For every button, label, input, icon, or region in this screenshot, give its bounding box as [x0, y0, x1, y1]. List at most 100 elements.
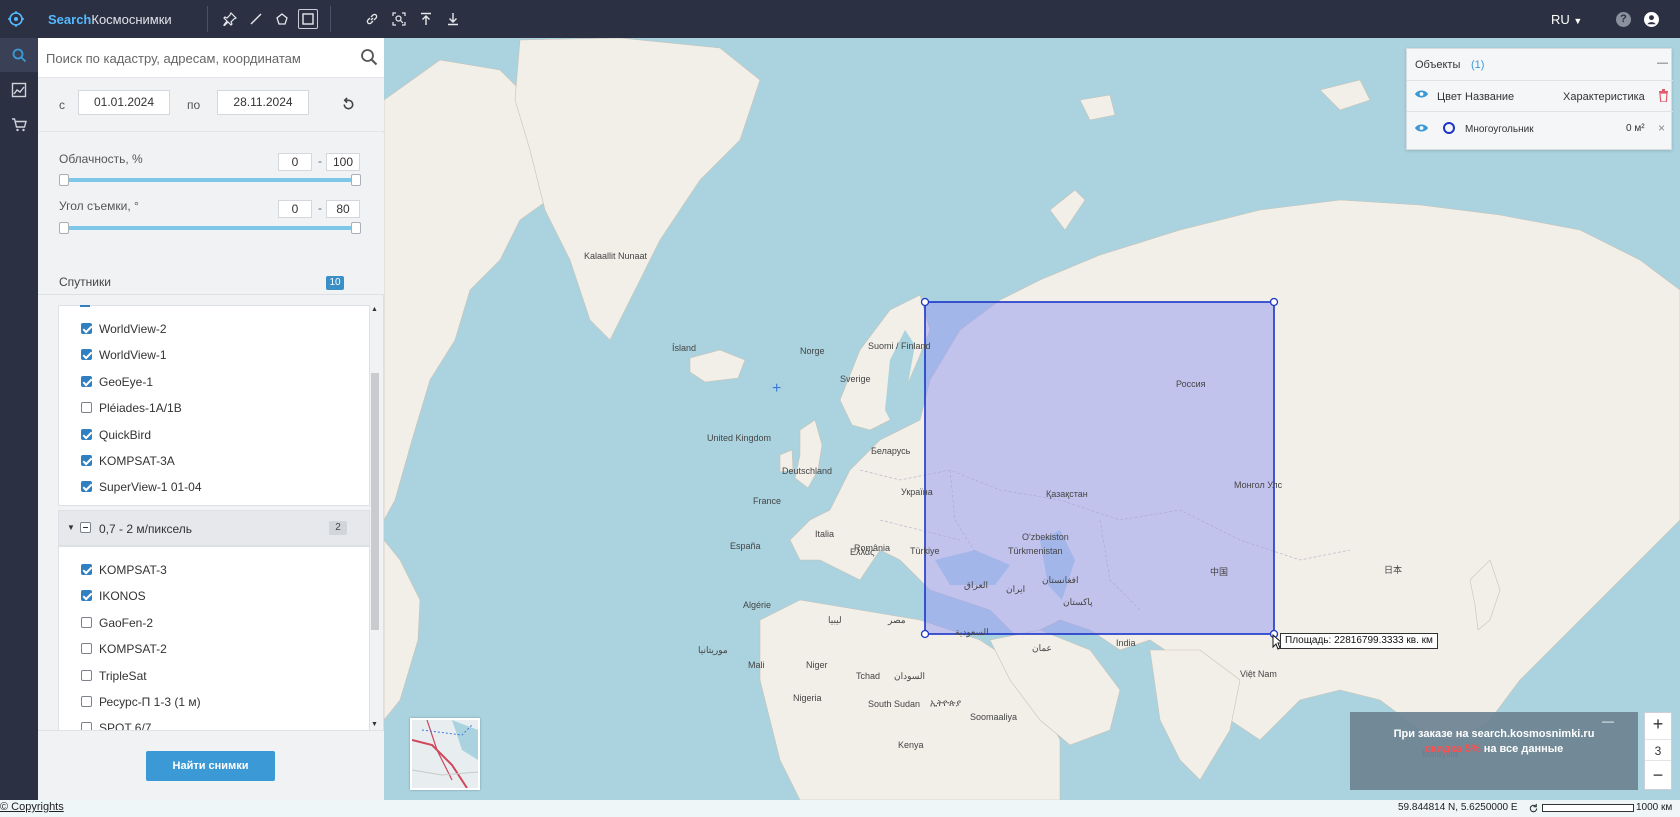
- find-images-button[interactable]: Найти снимки: [146, 751, 275, 781]
- language-selector[interactable]: RU ▼: [1551, 12, 1582, 27]
- satellite-checkbox[interactable]: [81, 349, 92, 361]
- search-icon[interactable]: [360, 48, 378, 66]
- satellite-row[interactable]: KOMPSAT-3A: [59, 448, 369, 474]
- satellite-row[interactable]: WorldView-2: [59, 316, 369, 342]
- scrollbar-thumb[interactable]: [371, 373, 379, 630]
- polygon-vertex[interactable]: [920, 629, 930, 639]
- promo-banner[interactable]: — При заказе на search.kosmosnimki.ru ск…: [1350, 712, 1638, 790]
- image-chart-icon: [11, 82, 27, 98]
- copyrights-link[interactable]: © Copyrights: [0, 801, 64, 813]
- trash-icon[interactable]: [1658, 89, 1669, 102]
- object-name[interactable]: Многоугольник: [1465, 124, 1534, 135]
- cloud-min-input[interactable]: 0: [278, 153, 312, 171]
- polygon-vertex[interactable]: [920, 297, 930, 307]
- cloud-max-input[interactable]: 100: [326, 153, 360, 171]
- zoom-in-button[interactable]: +: [1645, 713, 1671, 737]
- satellite-row[interactable]: IKONOS: [59, 583, 369, 609]
- satellite-row[interactable]: Ресурс-П 1-3 (1 м): [59, 689, 369, 715]
- satellite-row[interactable]: GeoEye-1: [59, 369, 369, 395]
- map-place-label: السودان: [894, 671, 926, 681]
- satellite-checkbox[interactable]: [81, 481, 92, 493]
- satellite-list-scrollbar[interactable]: ▲ ▼: [368, 305, 380, 730]
- cloud-slider-min-handle[interactable]: [59, 174, 69, 186]
- angle-min-input[interactable]: 0: [278, 200, 312, 218]
- map-place-label: Türkmenistan: [1008, 546, 1063, 556]
- map-place-label: España: [730, 541, 761, 551]
- rail-cart-button[interactable]: [0, 108, 38, 142]
- satellite-group-2-header[interactable]: ▼ 0,7 - 2 м/пиксель 2: [58, 510, 370, 546]
- drawn-polygon[interactable]: [384, 38, 1680, 800]
- eye-icon[interactable]: [1414, 89, 1429, 99]
- toolbar-divider: [330, 6, 331, 32]
- minimap[interactable]: [410, 718, 480, 790]
- satellite-row[interactable]: TripleSat: [59, 663, 369, 689]
- satellite-checkbox[interactable]: [81, 323, 92, 334]
- zoom-level: 3: [1645, 739, 1671, 761]
- rectangle-tool-icon[interactable]: [298, 9, 318, 29]
- satellite-checkbox[interactable]: [81, 375, 92, 387]
- rail-search-button[interactable]: [0, 38, 38, 72]
- map[interactable]: + Kalaallit Nunaat Ísland Norge Suomi / Fin…: [384, 38, 1680, 800]
- satellite-checkbox[interactable]: [81, 564, 92, 575]
- angle-slider-max-handle[interactable]: [351, 222, 361, 234]
- scale-bar: [1542, 804, 1634, 812]
- eye-icon[interactable]: [1414, 123, 1429, 133]
- scroll-down-icon[interactable]: ▼: [371, 721, 378, 728]
- map-place-label: ایران: [1006, 584, 1026, 594]
- satellite-checkbox[interactable]: [81, 428, 92, 440]
- zoom-out-button[interactable]: −: [1645, 763, 1671, 789]
- user-account-icon[interactable]: [1644, 12, 1659, 27]
- line-tool-icon[interactable]: [246, 9, 266, 29]
- satellite-row[interactable]: SuperView-1 01-04: [59, 474, 369, 500]
- select-area-icon[interactable]: [389, 9, 409, 29]
- refresh-coords-icon[interactable]: [1528, 803, 1539, 814]
- satellite-checkbox[interactable]: [81, 455, 92, 466]
- satellite-checkbox[interactable]: [81, 722, 92, 730]
- object-color-swatch[interactable]: [1443, 122, 1455, 134]
- download-icon[interactable]: [443, 9, 463, 29]
- scroll-up-icon[interactable]: ▲: [371, 306, 378, 313]
- satellite-row[interactable]: GaoFen-2: [59, 610, 369, 636]
- date-to-input[interactable]: 28.11.2024: [217, 90, 309, 115]
- angle-slider-track[interactable]: [64, 226, 356, 230]
- satellite-row[interactable]: QuickBird: [59, 422, 369, 448]
- remove-object-button[interactable]: ×: [1658, 121, 1665, 135]
- satellite-row[interactable]: KOMPSAT-2: [59, 636, 369, 662]
- satellite-checkbox[interactable]: [81, 643, 92, 655]
- reset-icon[interactable]: [341, 97, 356, 112]
- minimize-button[interactable]: —: [1657, 57, 1668, 69]
- map-place-label: 中国: [1210, 567, 1229, 577]
- caret-down-icon[interactable]: ▼: [67, 523, 75, 532]
- satellite-row[interactable]: WorldView-1: [59, 342, 369, 368]
- rail-images-button[interactable]: [0, 73, 38, 107]
- satellite-row[interactable]: Pléiades-1A/1B: [59, 395, 369, 421]
- satellite-row[interactable]: KOMPSAT-3: [59, 557, 369, 583]
- satellite-checkbox[interactable]: [81, 696, 92, 707]
- logo-icon[interactable]: [8, 11, 24, 27]
- angle-max-input[interactable]: 80: [326, 200, 360, 218]
- search-input[interactable]: [46, 47, 346, 69]
- satellites-title: Спутники: [59, 275, 111, 289]
- date-from-input[interactable]: 01.01.2024: [78, 90, 170, 115]
- cursor-coordinates: 59.844814 N, 5.6250000 E: [1398, 802, 1518, 813]
- satellite-checkbox[interactable]: [81, 669, 92, 681]
- pin-tool-icon[interactable]: [220, 9, 240, 29]
- satellite-checkbox[interactable]: [81, 402, 92, 414]
- satellite-checkbox[interactable]: [81, 616, 92, 628]
- map-place-label: India: [1116, 638, 1136, 648]
- toolbar-divider: [207, 6, 208, 32]
- satellite-checkbox[interactable]: [81, 590, 92, 602]
- link-icon[interactable]: [362, 9, 382, 29]
- help-icon[interactable]: ?: [1616, 12, 1631, 27]
- satellite-row[interactable]: SPOT 6/7: [59, 715, 369, 730]
- polygon-tool-icon[interactable]: [272, 9, 292, 29]
- angle-slider-min-handle[interactable]: [59, 222, 69, 234]
- cloud-slider-track[interactable]: [64, 178, 356, 182]
- upload-icon[interactable]: [416, 9, 436, 29]
- top-bar: SearchКосмоснимки RU ▼ ?: [0, 0, 1680, 38]
- group-partial-checkbox[interactable]: [80, 522, 91, 533]
- col-color: Цвет: [1437, 91, 1462, 103]
- cloud-slider-max-handle[interactable]: [351, 174, 361, 186]
- promo-close-button[interactable]: —: [1602, 714, 1614, 728]
- polygon-vertex[interactable]: [1269, 297, 1279, 307]
